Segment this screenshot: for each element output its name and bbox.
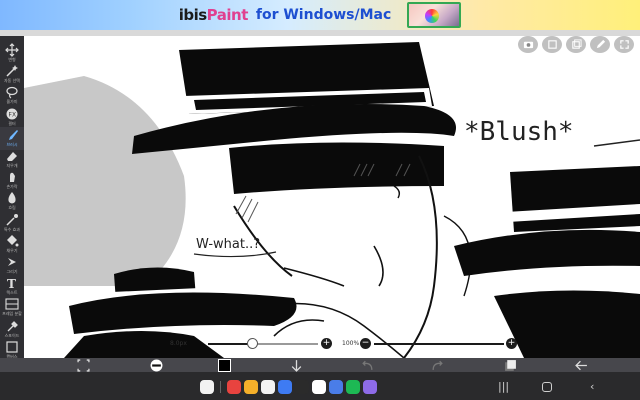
ibispaint-logo: ibisPaint bbox=[178, 6, 249, 24]
app-dock bbox=[200, 377, 440, 397]
bottom-toolbar bbox=[24, 358, 640, 372]
tool-label: 그리기 bbox=[6, 269, 18, 274]
opacity-plus-button[interactable]: + bbox=[506, 338, 517, 349]
tool-label: 브러시 bbox=[6, 141, 18, 147]
tool-pen[interactable]: 그리기 bbox=[0, 254, 24, 277]
bucket-icon bbox=[7, 234, 19, 247]
move-icon bbox=[5, 43, 19, 57]
spotify-app-icon[interactable] bbox=[346, 380, 360, 394]
apps-grid-icon[interactable] bbox=[200, 380, 214, 394]
ibis-app-icon[interactable] bbox=[312, 380, 326, 394]
tool-label: 지우개 bbox=[6, 163, 18, 168]
canvas-icon bbox=[6, 341, 18, 353]
lasso-icon bbox=[6, 87, 18, 99]
tool-label: 채우기 bbox=[6, 247, 18, 253]
gray-shadow bbox=[24, 76, 186, 286]
back-icon[interactable] bbox=[574, 358, 588, 372]
tool-filter[interactable]: FX 필터 bbox=[0, 106, 24, 129]
gallery-app-icon[interactable] bbox=[278, 380, 292, 394]
tool-move[interactable]: 변형 bbox=[0, 42, 24, 65]
tool-label: 필터 bbox=[8, 120, 16, 126]
app-window: ibisPaint for Windows/Mac *Blush* W-what… bbox=[0, 0, 640, 400]
svg-text:FX: FX bbox=[9, 111, 17, 118]
camera-icon[interactable] bbox=[518, 36, 538, 53]
brush-preview-icon[interactable] bbox=[146, 358, 166, 372]
pen-app-icon[interactable] bbox=[329, 380, 343, 394]
download-icon[interactable] bbox=[289, 358, 303, 372]
what-text: W-what..? bbox=[196, 237, 260, 252]
color-icon[interactable] bbox=[216, 358, 232, 372]
frame-divider-icon bbox=[5, 298, 19, 310]
redcard-app-icon[interactable] bbox=[227, 380, 241, 394]
drawing-canvas[interactable]: *Blush* W-what..? bbox=[24, 36, 640, 358]
svg-text:T: T bbox=[7, 277, 16, 290]
tool-label: 흐림 bbox=[8, 205, 16, 211]
opacity-label: 100% bbox=[342, 340, 360, 347]
fullscreen-icon[interactable] bbox=[614, 36, 634, 53]
tool-label: 스포이드 bbox=[4, 332, 20, 338]
text-icon: T bbox=[7, 277, 16, 290]
files-app-icon[interactable] bbox=[244, 380, 258, 394]
tool-lasso[interactable]: 올가미 bbox=[0, 84, 24, 107]
tool-magic-wand[interactable]: 자동 선택 bbox=[0, 63, 24, 86]
tool-label: 올가미 bbox=[6, 99, 18, 105]
filter-icon: FX bbox=[6, 108, 18, 120]
camera-app-icon[interactable] bbox=[295, 380, 309, 394]
tool-special-effects[interactable]: 특수 효과 bbox=[0, 212, 24, 235]
tool-label: 변형 bbox=[8, 57, 16, 62]
canvas-icon-row bbox=[518, 36, 634, 54]
tool-blur[interactable]: 흐림 bbox=[0, 190, 24, 213]
dock-separator bbox=[220, 381, 221, 393]
brush-size-knob[interactable] bbox=[247, 338, 258, 349]
tool-label: 특수 효과 bbox=[4, 226, 20, 232]
eraser-icon bbox=[7, 152, 17, 161]
brush-size-plus-button[interactable]: + bbox=[321, 338, 332, 349]
brush-size-label: 8.0px bbox=[170, 340, 187, 347]
edit-icon[interactable] bbox=[590, 36, 610, 53]
ad-banner[interactable]: ibisPaint for Windows/Mac bbox=[0, 0, 640, 30]
tool-label: 손가락 bbox=[6, 184, 18, 190]
tool-brush[interactable]: 브러시 bbox=[0, 126, 24, 150]
home-button-icon[interactable] bbox=[542, 382, 552, 392]
brush-icon bbox=[9, 129, 18, 140]
layer-icon[interactable] bbox=[503, 358, 517, 372]
opacity-fill bbox=[374, 343, 504, 345]
blush-text: *Blush* bbox=[464, 117, 574, 147]
special-effects-icon bbox=[6, 213, 18, 226]
copy-icon[interactable] bbox=[566, 36, 586, 53]
bottombar-left bbox=[0, 358, 24, 372]
undo-icon[interactable] bbox=[360, 358, 374, 372]
tool-panel: 변형 자동 선택 올가미 FX 필터 브러시 지우개 손가락 흐림 특수 효과 채우기 그리기 T 텍스트… bbox=[0, 36, 24, 372]
tool-eraser[interactable]: 지우개 bbox=[0, 148, 24, 171]
banner-tagline: for Windows/Mac bbox=[255, 7, 392, 23]
tool-frame-divider[interactable]: 프레임 분할 bbox=[0, 296, 24, 319]
pen-icon bbox=[8, 258, 16, 266]
transform-icon[interactable] bbox=[76, 358, 90, 372]
recent-apps-icon[interactable]: ||| bbox=[498, 380, 509, 393]
tool-label: 프레임 분할 bbox=[2, 311, 22, 317]
layers-icon[interactable] bbox=[542, 36, 562, 53]
opacity-minus-button[interactable]: − bbox=[360, 338, 371, 349]
smudge-icon bbox=[10, 172, 15, 183]
tool-label: 자동 선택 bbox=[4, 78, 20, 84]
right-hat bbox=[510, 166, 640, 232]
chat-app-icon[interactable] bbox=[363, 380, 377, 394]
tool-bucket[interactable]: 채우기 bbox=[0, 233, 24, 256]
magic-wand-icon bbox=[6, 65, 18, 77]
brush-sliders: 8.0px + 100% − + bbox=[138, 338, 520, 350]
banner-thumbnail bbox=[407, 2, 462, 28]
tool-text[interactable]: T 텍스트 bbox=[0, 275, 24, 298]
redo-icon[interactable] bbox=[430, 358, 444, 372]
nav-back-icon[interactable]: ‹ bbox=[590, 380, 594, 393]
artwork: *Blush* W-what..? bbox=[24, 42, 640, 358]
tool-eyedropper[interactable]: 스포이드 bbox=[0, 318, 24, 341]
eyedropper-icon bbox=[7, 320, 18, 332]
blur-icon bbox=[8, 192, 16, 204]
tool-label: 텍스트 bbox=[6, 290, 18, 296]
notes-app-icon[interactable] bbox=[261, 380, 275, 394]
color-wheel-icon bbox=[425, 9, 440, 23]
brush-size-fill bbox=[208, 343, 252, 345]
tool-smudge[interactable]: 손가락 bbox=[0, 169, 24, 192]
